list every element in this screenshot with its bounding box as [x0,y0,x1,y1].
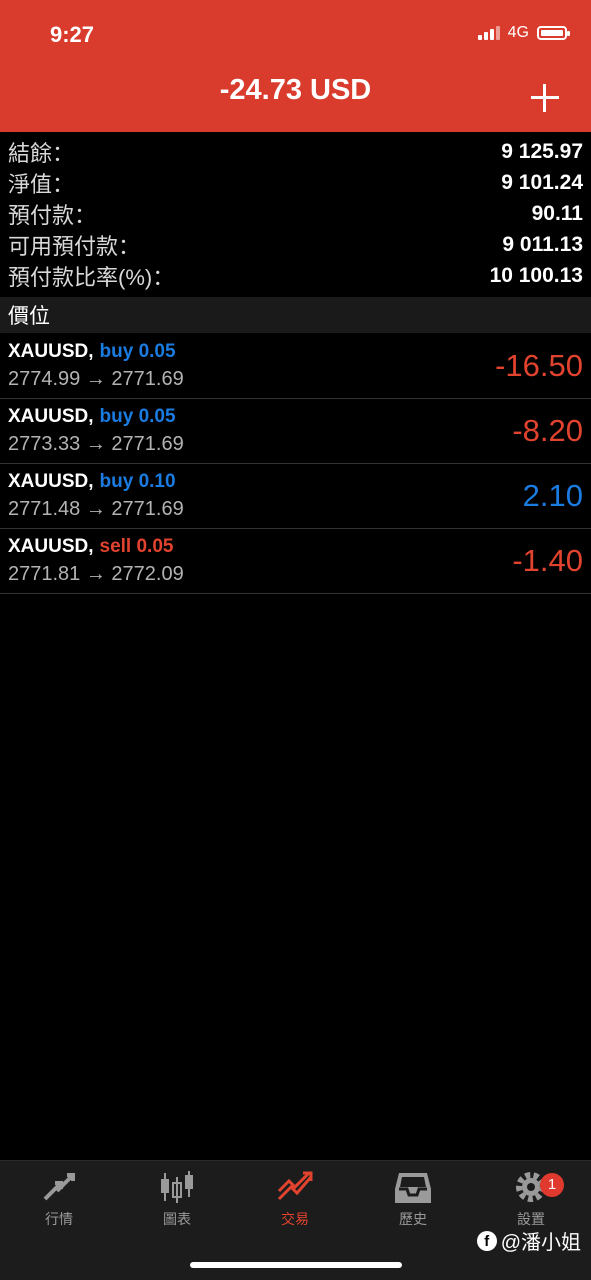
account-summary: 結餘： 9 125.97 淨值： 9 101.24 預付款： 90.11 可用預… [0,136,591,291]
summary-value: 9 101.24 [501,170,583,194]
summary-value: 10 100.13 [489,263,583,287]
tab-charts[interactable]: 圖表 [118,1169,236,1241]
summary-row-equity: 淨值： 9 101.24 [0,167,591,198]
tab-label: 交易 [281,1211,309,1227]
notification-badge: 1 [540,1173,564,1197]
position-row[interactable]: XAUUSD, buy 0.10 2771.48 → 2771.69 2.10 [0,464,591,529]
position-row[interactable]: XAUUSD, sell 0.05 2771.81 → 2772.09 -1.40 [0,529,591,594]
status-indicators: 4G [477,24,570,42]
position-prices: 2773.33 → 2771.69 [8,433,184,455]
summary-label: 預付款： [8,202,97,228]
position-prices: 2774.99 → 2771.69 [8,368,184,390]
position-prices: 2771.81 → 2772.09 [8,563,184,585]
candlestick-chart-icon [161,1171,193,1203]
position-row[interactable]: XAUUSD, buy 0.05 2774.99 → 2771.69 -16.50 [0,334,591,399]
position-symbol: XAUUSD, [8,471,94,492]
quotes-arrows-icon [43,1173,75,1201]
positions-list: XAUUSD, buy 0.05 2774.99 → 2771.69 -16.50… [0,334,591,594]
summary-row-margin: 預付款： 90.11 [0,198,591,229]
summary-label: 淨值： [8,171,75,197]
tab-trade[interactable]: 交易 [236,1169,354,1241]
position-profit: -8.20 [512,413,583,448]
summary-value: 90.11 [531,201,583,225]
position-type: sell 0.05 [99,536,174,557]
trade-screen: 9:27 4G -24.73 USD 結餘： 9 125.97 淨值： 9 10… [0,0,591,1280]
position-symbol: XAUUSD, [8,536,94,557]
position-symbol: XAUUSD, [8,406,94,427]
summary-row-margin-level: 預付款比率(%)： 10 100.13 [0,260,591,291]
position-type: buy 0.10 [99,471,176,492]
summary-label: 結餘： [8,140,75,166]
inbox-history-icon [395,1173,431,1203]
position-profit: -1.40 [512,543,583,578]
summary-label: 預付款比率(%)： [8,264,175,290]
summary-row-balance: 結餘： 9 125.97 [0,136,591,167]
battery-icon [537,26,570,40]
tab-label: 行情 [45,1211,73,1227]
tab-label: 歷史 [399,1211,427,1227]
summary-value: 9 011.13 [502,232,583,256]
trade-trend-icon [277,1171,313,1201]
tab-label: 圖表 [163,1211,191,1227]
position-symbol: XAUUSD, [8,341,94,362]
home-indicator [190,1262,402,1268]
watermark-text: @潘小姐 [500,1232,581,1254]
watermark: f @潘小姐 [476,1226,581,1255]
position-row[interactable]: XAUUSD, buy 0.05 2773.33 → 2771.69 -8.20 [0,399,591,464]
tab-quotes[interactable]: 行情 [0,1169,118,1241]
position-prices: 2771.48 → 2771.69 [8,498,184,520]
position-profit: -16.50 [495,348,583,383]
status-time: 9:27 [50,22,95,47]
summary-value: 9 125.97 [501,139,583,163]
header-bar: 9:27 4G -24.73 USD [0,0,591,132]
signal-icon [477,26,500,40]
positions-section-header: 價位 [0,297,591,333]
summary-label: 可用預付款： [8,233,141,259]
facebook-icon: f [476,1230,497,1251]
summary-row-free-margin: 可用預付款： 9 011.13 [0,229,591,260]
network-label: 4G [507,24,529,41]
tab-history[interactable]: 歷史 [354,1169,472,1241]
add-order-button[interactable] [527,80,563,116]
position-type: buy 0.05 [99,406,176,427]
position-profit: 2.10 [522,478,583,513]
position-type: buy 0.05 [99,341,176,362]
floating-profit-title: -24.73 USD [219,74,372,106]
